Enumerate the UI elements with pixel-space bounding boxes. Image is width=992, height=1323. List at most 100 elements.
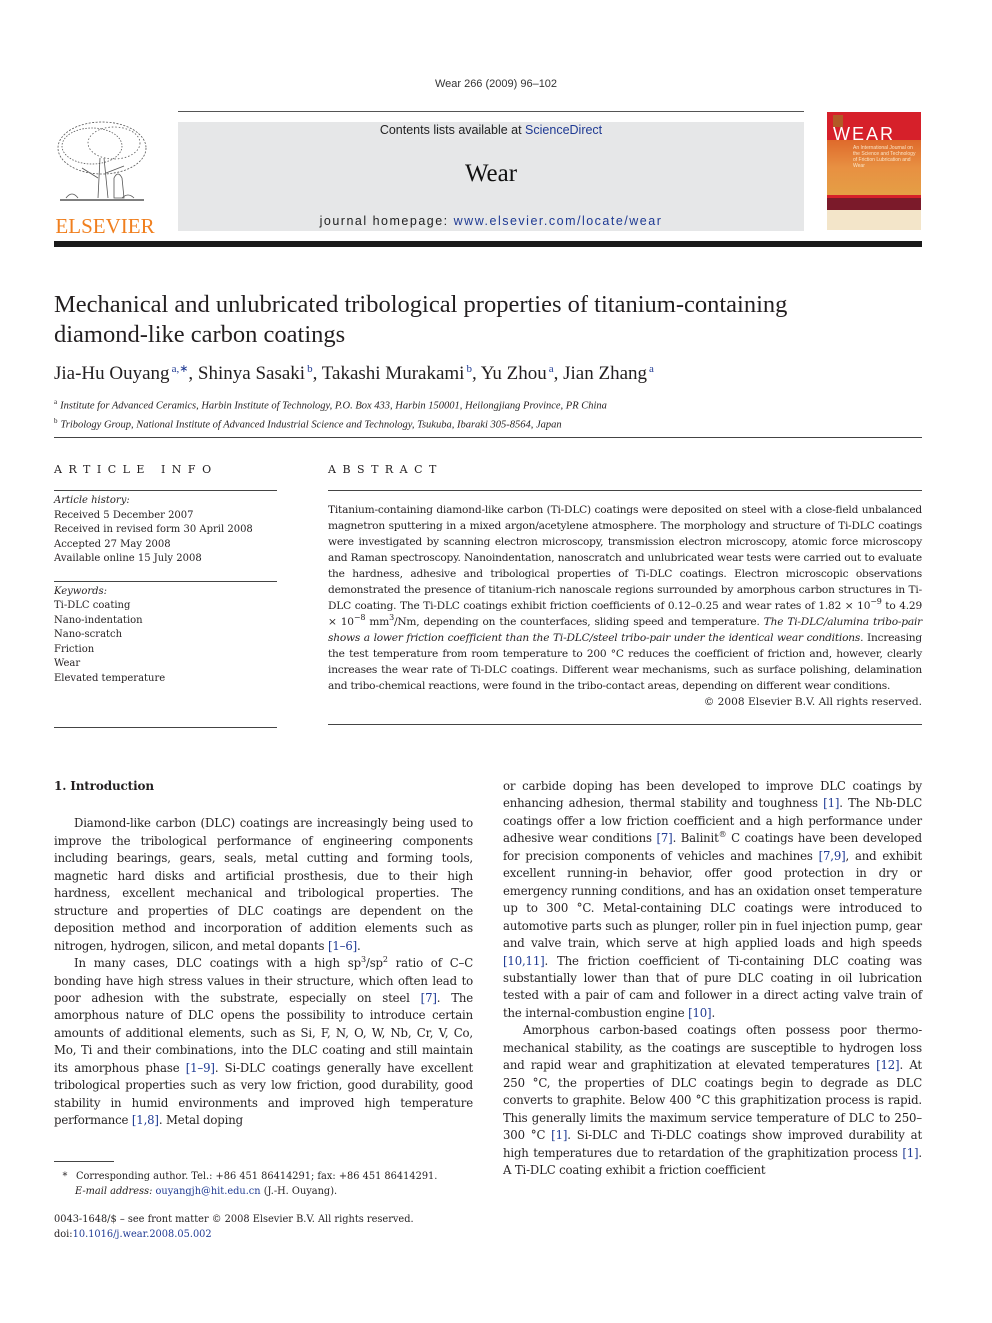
citation-link[interactable]: [7]	[421, 991, 437, 1005]
article-info-bottom-divider	[54, 727, 277, 728]
corresponding-author-footnote: * Corresponding author. Tel.: +86 451 864…	[54, 1169, 484, 1199]
text: /sp	[365, 956, 383, 971]
footnote-line: * Corresponding author. Tel.: +86 451 864…	[54, 1169, 484, 1184]
cover-dark-band	[827, 198, 921, 210]
citation-link[interactable]: [1,8]	[132, 1113, 159, 1127]
keyword: Ti-DLC coating	[54, 600, 131, 611]
journal-cover-thumbnail[interactable]: WEAR An International Journal on the Sci…	[827, 112, 921, 230]
affiliation: a Institute for Advanced Ceramics, Harbin…	[54, 395, 924, 414]
paragraph-continued: or carbide doping has been developed to …	[503, 778, 922, 1022]
exponent: −8	[353, 613, 366, 622]
homepage-prefix: journal homepage:	[319, 214, 454, 228]
citation-link[interactable]: [1–9]	[186, 1061, 215, 1075]
affiliation-divider	[54, 437, 922, 438]
elsevier-wordmark: ELSEVIER	[55, 214, 155, 238]
exponent: −9	[870, 597, 882, 606]
footnote-text: Corresponding author. Tel.: +86 451 8641…	[76, 1171, 438, 1182]
doi-link[interactable]: 10.1016/j.wear.2008.05.002	[73, 1229, 212, 1240]
running-head: Wear 266 (2009) 96–102	[434, 78, 558, 90]
affiliation: b Tribology Group, National Institute of …	[54, 414, 924, 433]
author-name[interactable]: Jian Zhang	[563, 363, 647, 384]
journal-masthead: Contents lists available at ScienceDirec…	[178, 122, 804, 231]
affiliations: a Institute for Advanced Ceramics, Harbin…	[54, 395, 924, 432]
masthead-thick-rule	[54, 241, 922, 247]
cover-light-band	[827, 210, 921, 230]
citation-link[interactable]: [1]	[551, 1128, 567, 1142]
email-label: E-mail address:	[75, 1186, 153, 1197]
author-name[interactable]: Shinya Sasaki	[198, 363, 305, 384]
abstract-segment: /Nm, depending on the counterfaces, slid…	[393, 616, 764, 628]
email-suffix: (J.-H. Ouyang).	[260, 1186, 338, 1197]
paragraph: Diamond-like carbon (DLC) coatings are i…	[54, 815, 473, 955]
footnote-star: *	[62, 1171, 68, 1182]
text: . Balinit	[672, 831, 719, 846]
author-affil-link[interactable]: a	[549, 363, 554, 375]
homepage-line: journal homepage: www.elsevier.com/locat…	[178, 214, 804, 228]
author-name[interactable]: Jia-Hu Ouyang	[54, 363, 170, 384]
title-line-1: Mechanical and unlubricated tribological…	[54, 291, 788, 318]
header-divider	[178, 111, 804, 112]
keywords-label: Keywords:	[54, 585, 108, 597]
author-affil-link[interactable]: a,∗	[172, 363, 189, 375]
elsevier-logo[interactable]: ELSEVIER	[52, 118, 158, 238]
author-name[interactable]: Yu Zhou	[481, 363, 547, 384]
history-item: Received in revised form 30 April 2008	[54, 524, 253, 535]
citation-link[interactable]: [10]	[688, 1006, 712, 1020]
contents-prefix: Contents lists available at	[379, 123, 526, 137]
contents-line: Contents lists available at ScienceDirec…	[178, 122, 804, 138]
author-affil-link[interactable]: b	[307, 363, 313, 375]
author-name[interactable]: Takashi Murakami	[322, 363, 465, 384]
citation-link[interactable]: [7]	[656, 831, 672, 845]
text: , and exhibit excellent running-in behav…	[503, 848, 922, 951]
citation-link[interactable]: [10,11]	[503, 954, 545, 968]
affiliation-key: b	[54, 416, 58, 425]
keyword: Friction	[54, 643, 95, 655]
front-matter: 0043-1648/$ – see front matter © 2008 El…	[54, 1213, 484, 1242]
affiliation-text: Institute for Advanced Ceramics, Harbin …	[60, 400, 607, 412]
journal-homepage-link[interactable]: www.elsevier.com/locate/wear	[454, 214, 663, 228]
citation-link[interactable]: [12]	[876, 1058, 900, 1072]
registered-mark: ®	[718, 830, 727, 840]
doi-line: doi:10.1016/j.wear.2008.05.002	[54, 1228, 484, 1243]
sciencedirect-link[interactable]: ScienceDirect	[525, 123, 602, 137]
citation-link[interactable]: [1]	[902, 1146, 918, 1160]
article-info-heading: ARTICLE INFO	[54, 463, 218, 476]
paragraph: In many cases, DLC coatings with a high …	[54, 955, 473, 1130]
keyword: Nano-scratch	[54, 629, 123, 640]
section-heading-introduction: 1. Introduction	[54, 779, 154, 793]
body-column-right: or carbide doping has been developed to …	[503, 778, 922, 1179]
abstract-text: Titanium-containing diamond-like carbon …	[328, 502, 922, 694]
elsevier-tree-icon	[57, 121, 147, 201]
footnote-email-line: E-mail address: ouyangjh@hit.edu.cn (J.-…	[54, 1184, 484, 1199]
keyword: Elevated temperature	[54, 672, 166, 684]
abstract-panel: ABSTRACT Titanium-containing diamond-lik…	[328, 463, 922, 725]
keywords: Keywords: Ti-DLC coating Nano-indentatio…	[54, 585, 277, 687]
abstract-divider	[328, 490, 922, 491]
article-history: Article history: Received 5 December 200…	[54, 494, 277, 567]
history-item: Available online 15 July 2008	[54, 553, 202, 564]
email-link[interactable]: ouyangjh@hit.edu.cn	[156, 1186, 261, 1197]
text: In many cases, DLC coatings with a high …	[74, 956, 361, 971]
footnote-divider	[54, 1161, 114, 1162]
article-info-divider	[54, 490, 277, 491]
citation-link[interactable]: [1–6]	[328, 939, 357, 953]
text: Diamond-like carbon (DLC) coatings are i…	[54, 816, 473, 953]
body-column-left: 1. Introduction Diamond-like carbon (DLC…	[54, 778, 473, 1130]
cover-subtitle: An International Journal on the Science …	[853, 145, 916, 169]
title-line-2: diamond-like carbon coatings	[54, 321, 346, 348]
article-title: Mechanical and unlubricated tribological…	[54, 290, 924, 350]
citation-link[interactable]: [7,9]	[819, 849, 846, 863]
author-affil-link[interactable]: a	[649, 363, 654, 375]
journal-name: Wear	[464, 160, 518, 187]
history-item: Accepted 27 May 2008	[54, 538, 171, 550]
affiliation-key: a	[54, 398, 58, 406]
author-affil-link[interactable]: b	[466, 363, 472, 375]
text: .	[357, 938, 361, 953]
cover-title: WEAR	[833, 124, 895, 144]
abstract-heading: ABSTRACT	[328, 463, 443, 476]
citation-link[interactable]: [1]	[823, 796, 839, 810]
keyword: Wear	[54, 658, 81, 669]
history-label: Article history:	[54, 495, 130, 506]
affiliation-text: Tribology Group, National Institute of A…	[60, 419, 562, 430]
article-info-panel: ARTICLE INFO Article history: Received 5…	[54, 463, 277, 728]
